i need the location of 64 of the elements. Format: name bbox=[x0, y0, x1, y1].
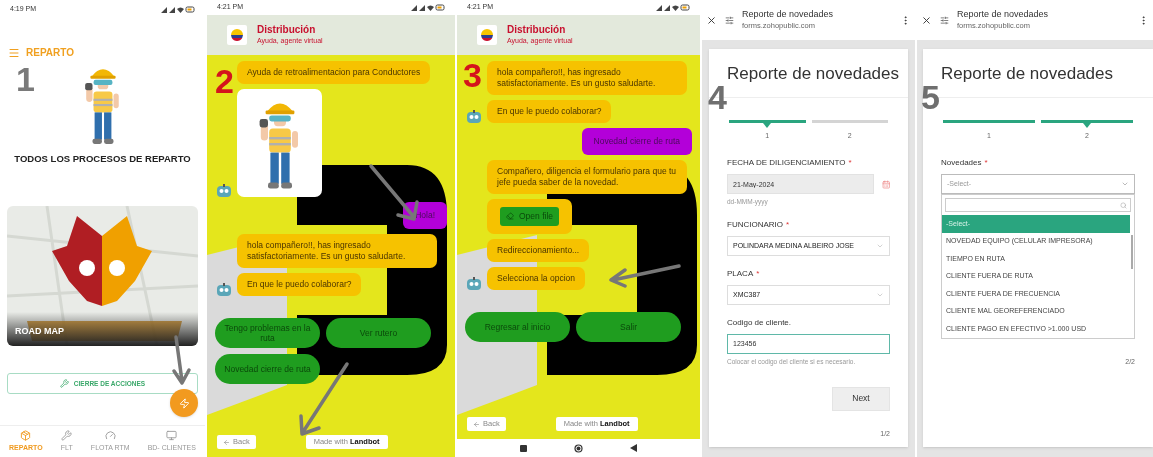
flag-icon bbox=[227, 25, 247, 45]
bot-message: Redireccionamiento... bbox=[487, 238, 590, 262]
step-number: 3 bbox=[463, 58, 482, 92]
road-map-card[interactable]: ROAD MAP bbox=[7, 206, 198, 347]
chevron-down-icon bbox=[1121, 180, 1129, 188]
next-button[interactable]: Next bbox=[832, 386, 890, 411]
field-label: PLACA bbox=[727, 267, 754, 280]
status-icons-drawing bbox=[656, 4, 690, 11]
eraser-icon bbox=[506, 212, 514, 221]
choice-button[interactable]: Regresar al inicio bbox=[465, 311, 570, 342]
monitor-icon bbox=[166, 429, 178, 441]
close-icon[interactable] bbox=[706, 14, 717, 26]
chat-title: Distribución bbox=[507, 23, 567, 36]
status-icons-drawing bbox=[161, 6, 195, 13]
flag-icon bbox=[477, 25, 497, 45]
lightning-icon bbox=[178, 397, 190, 409]
search-icon bbox=[1120, 201, 1127, 209]
bot-message: Selecciona la opcion bbox=[487, 266, 585, 290]
bot-message: En que le puedo colaborar? bbox=[237, 272, 362, 296]
required-mark: * bbox=[848, 157, 852, 169]
bot-message: En que le puedo colaborar? bbox=[487, 100, 612, 123]
robot-avatar-icon bbox=[466, 110, 482, 123]
robot-avatar-icon bbox=[216, 282, 232, 296]
sliders-icon[interactable] bbox=[940, 15, 949, 25]
wrench-icon bbox=[59, 379, 69, 389]
gauge-icon bbox=[104, 429, 116, 441]
app-title: REPARTO bbox=[26, 46, 74, 60]
required-mark: * bbox=[984, 157, 988, 169]
back-arrow-icon bbox=[473, 420, 480, 428]
field-label: FUNCIONARIO bbox=[727, 218, 783, 231]
field-label: Novedades bbox=[941, 157, 982, 169]
back-arrow-icon bbox=[223, 438, 230, 446]
status-icons-drawing bbox=[411, 4, 445, 11]
boxes-icon bbox=[20, 429, 32, 441]
open-file-button[interactable]: Open file bbox=[500, 206, 560, 226]
choice-button[interactable]: Salir bbox=[576, 311, 681, 342]
square-icon[interactable] bbox=[520, 444, 528, 452]
card-title: ROAD MAP bbox=[15, 324, 64, 338]
page-title: Reporte de novedades bbox=[742, 8, 834, 20]
circle-icon[interactable] bbox=[574, 443, 583, 453]
bot-message: Compañero, diligencia el formulario para que tu jefe pueda saber de la novedad. bbox=[487, 159, 687, 194]
chat-title: Distribución bbox=[257, 23, 317, 36]
required-mark: * bbox=[786, 218, 790, 231]
close-icon[interactable] bbox=[921, 14, 932, 26]
sliders-icon[interactable] bbox=[725, 15, 734, 25]
triangle-icon[interactable] bbox=[629, 444, 637, 452]
headline: TODOS LOS PROCESOS DE REPARTO bbox=[13, 152, 192, 166]
bot-message: hola compañero!!, has ingresado satisfactoriamente. Es un gusto saludarte. bbox=[237, 233, 437, 268]
search-field[interactable] bbox=[945, 198, 1131, 212]
required-mark: * bbox=[756, 267, 760, 280]
choice-button[interactable]: Novedad cierre de ruta bbox=[215, 353, 320, 384]
choice-button[interactable]: Tengo problemas en la ruta bbox=[215, 317, 320, 348]
field-label: Codigo de cliente. bbox=[727, 316, 792, 329]
bot-message: hola compañero!!, has ingresado satisfactoriamente. Es un gusto saludarte. bbox=[487, 61, 687, 95]
robot-avatar-icon bbox=[216, 184, 232, 197]
scrollbar[interactable] bbox=[1131, 235, 1133, 269]
robot-avatar-icon bbox=[466, 276, 482, 290]
wrench-icon bbox=[61, 429, 73, 441]
bot-message: Ayuda de retroalimentacion para Conductores bbox=[237, 61, 431, 84]
step-number: 2 bbox=[215, 64, 234, 98]
field-label: FECHA DE DILIGENCIAMIENTO bbox=[727, 157, 846, 169]
step-number: 1 bbox=[16, 62, 35, 96]
user-message: Novedad cierre de ruta bbox=[581, 128, 692, 155]
page-title: Reporte de novedades bbox=[957, 8, 1049, 20]
